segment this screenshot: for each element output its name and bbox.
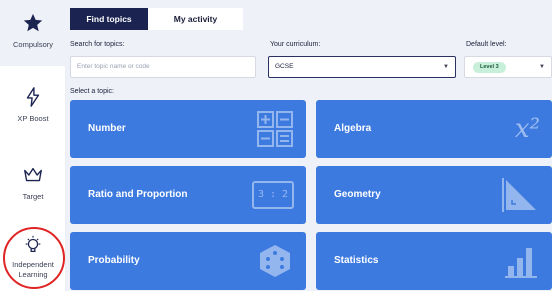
- topic-title: Algebra: [334, 123, 372, 134]
- sidebar-item-label: XP Boost: [17, 114, 49, 123]
- select-topic-label: Select a topic:: [70, 88, 114, 95]
- curriculum-label: Your curriculum:: [270, 41, 321, 48]
- search-label: Search for topics:: [70, 41, 125, 48]
- bar-chart-icon: [505, 248, 537, 278]
- chevron-down-icon: ▼: [443, 64, 449, 70]
- level-badge: Level 3: [473, 62, 506, 73]
- chevron-down-icon: ▼: [539, 64, 545, 70]
- main-panel: Find topics My activity Search for topic…: [66, 0, 552, 291]
- ratio-icon: 3 : 2: [252, 181, 294, 209]
- topic-title: Probability: [88, 255, 140, 266]
- topic-card-number[interactable]: Number: [70, 100, 306, 158]
- level-label: Default level:: [466, 41, 507, 48]
- level-select[interactable]: Level 3 ▼: [464, 56, 552, 78]
- calculator-icon: [257, 111, 293, 147]
- tab-find-topics[interactable]: Find topics: [70, 8, 148, 30]
- topic-title: Geometry: [334, 189, 381, 200]
- sidebar-item-xp-boost[interactable]: XP Boost: [0, 86, 66, 124]
- star-icon: [23, 13, 43, 32]
- sidebar-item-compulsory[interactable]: Compulsory: [0, 0, 66, 66]
- topic-card-algebra[interactable]: Algebra x²: [316, 100, 552, 158]
- curriculum-select[interactable]: GCSE ▼: [268, 56, 456, 78]
- topic-title: Ratio and Proportion: [88, 189, 188, 200]
- topic-card-statistics[interactable]: Statistics: [316, 232, 552, 290]
- curriculum-value: GCSE: [275, 63, 294, 70]
- topic-card-probability[interactable]: Probability: [70, 232, 306, 290]
- sidebar-item-label: Compulsory: [12, 40, 53, 49]
- tab-bar: Find topics My activity: [70, 8, 243, 30]
- topic-title: Statistics: [334, 255, 379, 266]
- tab-my-activity[interactable]: My activity: [148, 8, 243, 30]
- topic-card-ratio-and-proportion[interactable]: Ratio and Proportion 3 : 2: [70, 166, 306, 224]
- sidebar: Compulsory XP Boost Target Independent L…: [0, 0, 66, 291]
- lightning-icon: [26, 87, 40, 107]
- sidebar-item-label: Target: [22, 192, 44, 201]
- triangle-ruler-icon: [502, 178, 536, 212]
- dice-icon: [260, 245, 290, 277]
- crown-icon: [24, 167, 42, 182]
- lightbulb-icon: [25, 235, 41, 253]
- sidebar-item-label: Independent Learning: [12, 260, 54, 279]
- sidebar-item-target[interactable]: Target: [0, 164, 66, 202]
- topic-title: Number: [88, 123, 126, 134]
- x-squared-icon: x²: [514, 114, 540, 144]
- search-input[interactable]: Enter topic name or code: [70, 56, 256, 78]
- topic-card-geometry[interactable]: Geometry: [316, 166, 552, 224]
- sidebar-item-independent-learning[interactable]: Independent Learning: [0, 234, 66, 280]
